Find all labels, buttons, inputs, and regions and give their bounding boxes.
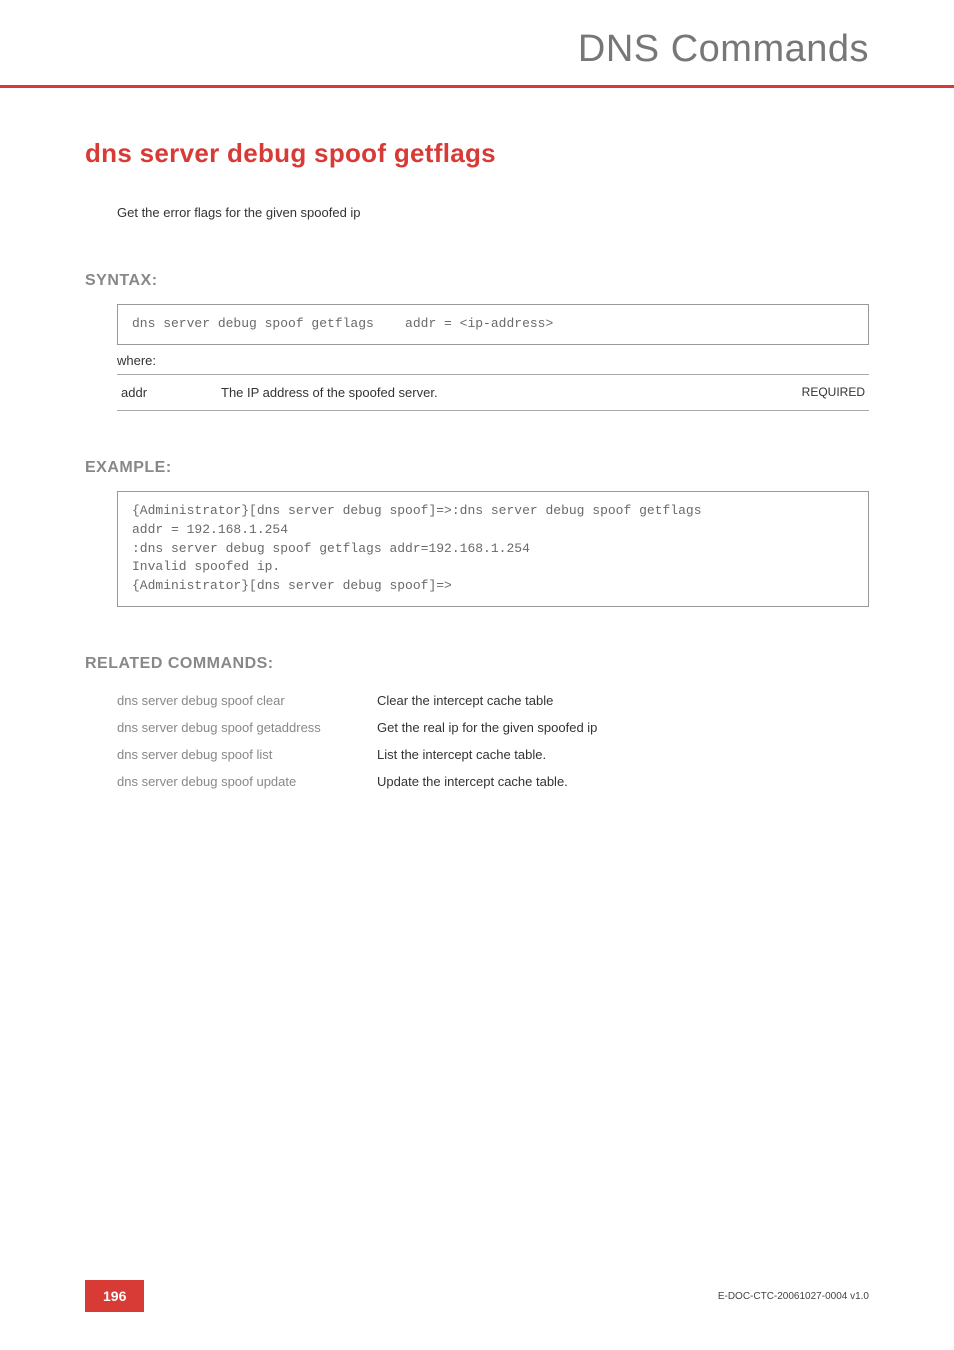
- related-command-link[interactable]: dns server debug spoof getaddress: [117, 720, 377, 735]
- related-desc: Clear the intercept cache table: [377, 687, 597, 714]
- page-footer: 196 E-DOC-CTC-20061027-0004 v1.0: [0, 1280, 954, 1312]
- example-heading: EXAMPLE:: [85, 459, 869, 477]
- related-desc: Update the intercept cache table.: [377, 768, 597, 795]
- related-command-link[interactable]: dns server debug spoof update: [117, 774, 377, 789]
- example-section: EXAMPLE: {Administrator}[dns server debu…: [85, 459, 869, 607]
- page-content: dns server debug spoof getflags Get the …: [0, 88, 954, 795]
- related-heading: RELATED COMMANDS:: [85, 655, 869, 673]
- command-title: dns server debug spoof getflags: [85, 138, 869, 169]
- example-code: {Administrator}[dns server debug spoof]=…: [117, 491, 869, 607]
- command-intro: Get the error flags for the given spoofe…: [117, 205, 869, 220]
- table-row: dns server debug spoof list List the int…: [117, 741, 597, 768]
- syntax-heading: SYNTAX:: [85, 272, 869, 290]
- param-required: REQUIRED: [712, 374, 869, 410]
- document-id: E-DOC-CTC-20061027-0004 v1.0: [718, 1291, 869, 1302]
- table-row: dns server debug spoof getaddress Get th…: [117, 714, 597, 741]
- table-row: dns server debug spoof update Update the…: [117, 768, 597, 795]
- related-command-link[interactable]: dns server debug spoof clear: [117, 693, 377, 708]
- syntax-code: dns server debug spoof getflags addr = <…: [117, 304, 869, 345]
- table-row: addr The IP address of the spoofed serve…: [117, 374, 869, 410]
- page-number-badge: 196: [85, 1280, 144, 1312]
- related-command-link[interactable]: dns server debug spoof list: [117, 747, 377, 762]
- related-desc: List the intercept cache table.: [377, 741, 597, 768]
- syntax-section: SYNTAX: dns server debug spoof getflags …: [85, 272, 869, 411]
- param-desc: The IP address of the spoofed server.: [217, 374, 712, 410]
- related-desc: Get the real ip for the given spoofed ip: [377, 714, 597, 741]
- page-header: DNS Commands: [0, 0, 954, 88]
- related-section: RELATED COMMANDS: dns server debug spoof…: [85, 655, 869, 795]
- param-table: addr The IP address of the spoofed serve…: [117, 374, 869, 411]
- param-name: addr: [117, 374, 217, 410]
- where-label: where:: [117, 353, 869, 368]
- related-table: dns server debug spoof clear Clear the i…: [117, 687, 597, 795]
- header-title: DNS Commands: [0, 28, 869, 71]
- table-row: dns server debug spoof clear Clear the i…: [117, 687, 597, 714]
